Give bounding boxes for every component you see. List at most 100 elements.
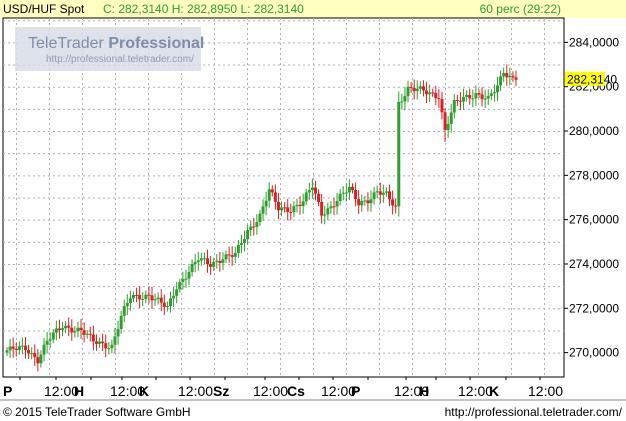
y-tick-label: 272,0000 (569, 301, 619, 315)
candle-body (8, 346, 12, 351)
ohlc-readout: C: 282,3140 H: 282,8950 L: 282,3140 (103, 2, 304, 16)
candle-body (67, 325, 71, 328)
candle-body (332, 206, 336, 208)
candle-body (434, 92, 438, 99)
candle-body (320, 202, 324, 216)
candle-body (264, 200, 268, 207)
candle-body (292, 206, 296, 213)
candle-body (360, 201, 364, 206)
candle-body (289, 212, 293, 214)
candle-body (344, 192, 348, 194)
candle-body (17, 346, 21, 350)
candle-body (24, 345, 28, 351)
candle-body (147, 294, 151, 296)
candle-body (400, 101, 404, 103)
candle-body (495, 85, 499, 93)
candle-body (150, 295, 154, 301)
candle-body (54, 328, 58, 333)
x-tick-label: H (419, 383, 429, 399)
y-tick-label: 278,0000 (569, 168, 619, 182)
candle-body (104, 343, 108, 349)
candle-body (168, 298, 172, 307)
candle-body (181, 279, 185, 283)
candle-body (101, 341, 105, 344)
candle-body (113, 336, 117, 345)
x-tick-label: K (139, 383, 149, 399)
candle-body (388, 191, 392, 200)
y-tick-label: 274,0000 (569, 257, 619, 271)
candle-body (381, 192, 385, 195)
candle-body (5, 350, 9, 353)
candle-body (323, 214, 327, 216)
y-tick-label: 270,0000 (569, 346, 619, 360)
candle-body (246, 229, 250, 240)
x-tick-label: H (74, 383, 84, 399)
candle-body (409, 86, 413, 88)
copyright-text: © 2015 TeleTrader Software GmbH (3, 405, 191, 419)
candle-body (224, 254, 228, 260)
candle-body (135, 294, 139, 296)
candle-body (91, 334, 95, 342)
candle-body (347, 186, 351, 193)
candle-body (449, 112, 453, 124)
candle-body (329, 206, 333, 209)
candle-body (280, 207, 284, 211)
candle-body (249, 226, 253, 230)
candle-body (82, 330, 86, 335)
candle-body (462, 96, 466, 102)
candle-body (326, 208, 330, 215)
candle-body (443, 112, 447, 130)
candle-body (88, 333, 92, 335)
candle-body (307, 190, 311, 193)
candle-body (437, 98, 441, 100)
candle-body (11, 346, 15, 349)
candle-body (468, 94, 472, 99)
candle-body (33, 353, 37, 358)
last-price-marker: 282,3140 (565, 71, 617, 87)
candlestick-chart: USD/HUF Spot C: 282,3140 H: 282,8950 L: … (0, 0, 626, 421)
y-tick-label: 280,0000 (569, 124, 619, 138)
candle-body (128, 298, 132, 304)
candle-body (162, 302, 166, 307)
candle-body (295, 204, 299, 207)
candle-body (286, 207, 290, 213)
candle-body (116, 329, 120, 337)
candle-body (236, 244, 240, 253)
candle-body (190, 263, 194, 273)
candle-body (394, 205, 398, 207)
candle-body (428, 92, 432, 95)
candle-body (375, 191, 379, 193)
candle-body (412, 87, 416, 92)
candle-body (14, 348, 18, 350)
candle-body (397, 101, 401, 207)
candle-body (202, 258, 206, 260)
symbol-label: USD/HUF Spot (3, 2, 85, 16)
candle-body (233, 252, 237, 257)
candle-body (418, 86, 422, 89)
logo-text: TeleTrader Professional (28, 35, 204, 52)
candle-body (317, 193, 321, 203)
candle-body (70, 327, 74, 333)
candle-body (369, 199, 373, 204)
candle-body (61, 328, 65, 330)
candle-body (351, 186, 355, 190)
candle-body (483, 98, 487, 100)
candle-body (209, 264, 213, 267)
candle-body (514, 77, 518, 80)
candle-body (474, 93, 478, 99)
candle-body (301, 201, 305, 206)
candle-body (477, 93, 481, 95)
candle-body (313, 187, 317, 194)
candle-body (156, 297, 160, 300)
candle-body (258, 213, 262, 222)
candle-body (486, 95, 490, 99)
x-tick-label: 12:00 (458, 383, 493, 399)
candle-body (298, 204, 302, 206)
candle-body (492, 92, 496, 94)
candle-body (98, 341, 102, 344)
y-tick-label: 284,0000 (569, 35, 619, 49)
candle-body (341, 192, 345, 194)
candle-body (255, 221, 259, 227)
candle-body (64, 325, 68, 329)
candle-body (159, 297, 163, 303)
